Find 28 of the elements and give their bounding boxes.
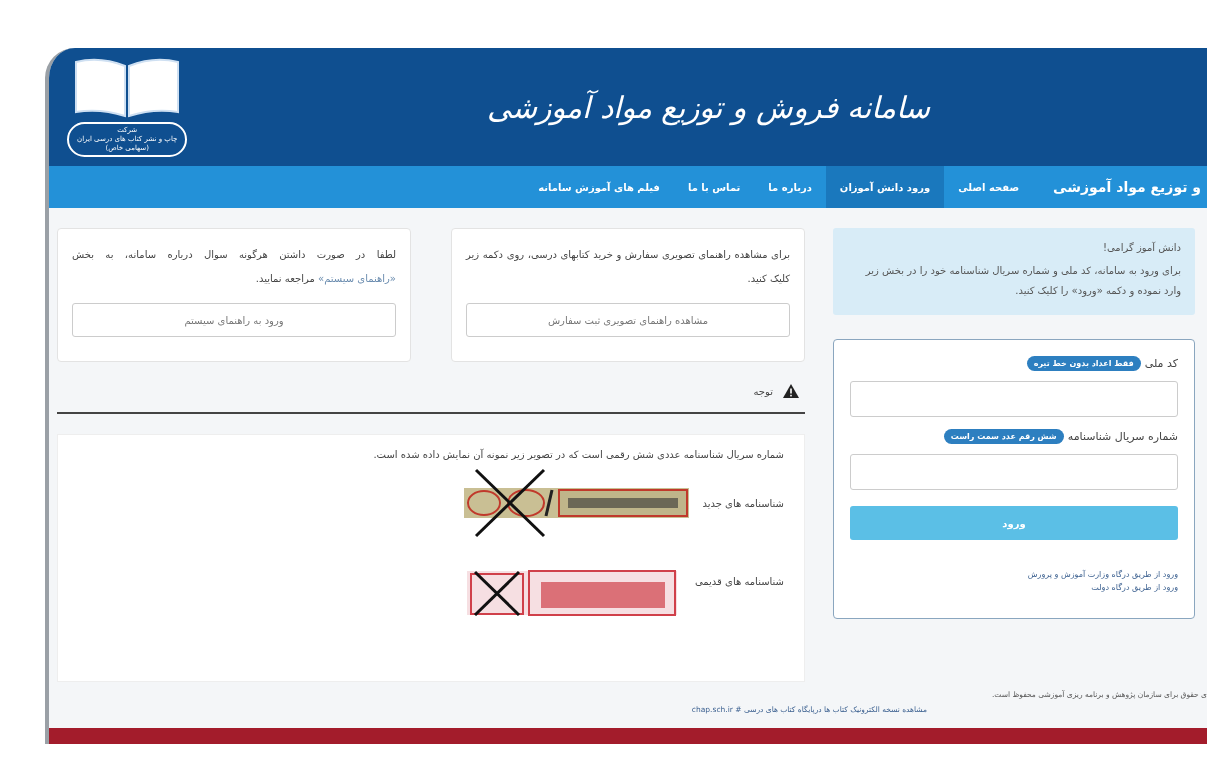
- hint-badge: شش رقم عدد سمت راست: [943, 429, 1064, 444]
- nav-tab[interactable]: درباره ما: [754, 166, 826, 208]
- field-label: شماره سریال شناسنامه: [1067, 430, 1178, 443]
- hint-badge: فقط اعداد بدون خط تیره: [1026, 356, 1141, 371]
- sample-label: شناسنامه های جدید: [702, 497, 784, 509]
- warning-icon: [783, 384, 799, 398]
- notice-title: توجه: [753, 385, 773, 397]
- login-button[interactable]: ورود: [850, 506, 1178, 540]
- login-link[interactable]: ورود از طریق درگاه وزارت آموزش و پرورش: [850, 570, 1178, 579]
- notice-text: شماره سریال شناسنامه عددی شش رقمی است که در تصویر زیر نمونه آن نمایش داده شده است.: [372, 449, 784, 460]
- sample-label: شناسنامه های قدیمی: [694, 575, 784, 587]
- greeting-text: دانش آموز گرامی!: [1102, 242, 1181, 253]
- site-title: سامانه فروش و توزیع مواد آموزشی: [487, 89, 931, 125]
- input-field[interactable]: [850, 454, 1178, 490]
- login-link[interactable]: ورود از طریق درگاه دولت: [850, 583, 1178, 592]
- nav-tab[interactable]: ورود دانش آموزان: [825, 166, 945, 208]
- card-text: برای مشاهده راهنمای تصویری سفارش و خرید کتابهای درسی، روی دکمه زیر کلیک کنید.: [466, 248, 790, 286]
- card-button[interactable]: ورود به راهنمای سیستم: [72, 303, 396, 337]
- nav-tab[interactable]: فیلم های آموزش سامانه: [524, 166, 674, 208]
- card-button[interactable]: مشاهده راهنمای تصویری ثبت سفارش: [466, 303, 790, 337]
- help-link[interactable]: «راهنمای سیستم»: [318, 273, 396, 284]
- brand-link[interactable]: و توزیع مواد آموزشی: [1033, 166, 1207, 208]
- nav-tab[interactable]: صفحه اصلی: [944, 166, 1034, 208]
- field-label: کد ملی: [1144, 357, 1178, 370]
- card-text: لطفا در صورت داشتن هرگونه سوال درباره سامانه، به بخش «راهنمای سیستم» مراجعه نمایید.: [72, 248, 396, 287]
- input-field[interactable]: [850, 381, 1178, 417]
- intro-text: برای ورود به سامانه، کد ملی و شماره سریال شناسنامه خود را در بخش زیر وارد نموده و دکمه «ورود» را کلیک کنید.: [864, 264, 1181, 299]
- nav-tab[interactable]: تماس با ما: [673, 166, 755, 208]
